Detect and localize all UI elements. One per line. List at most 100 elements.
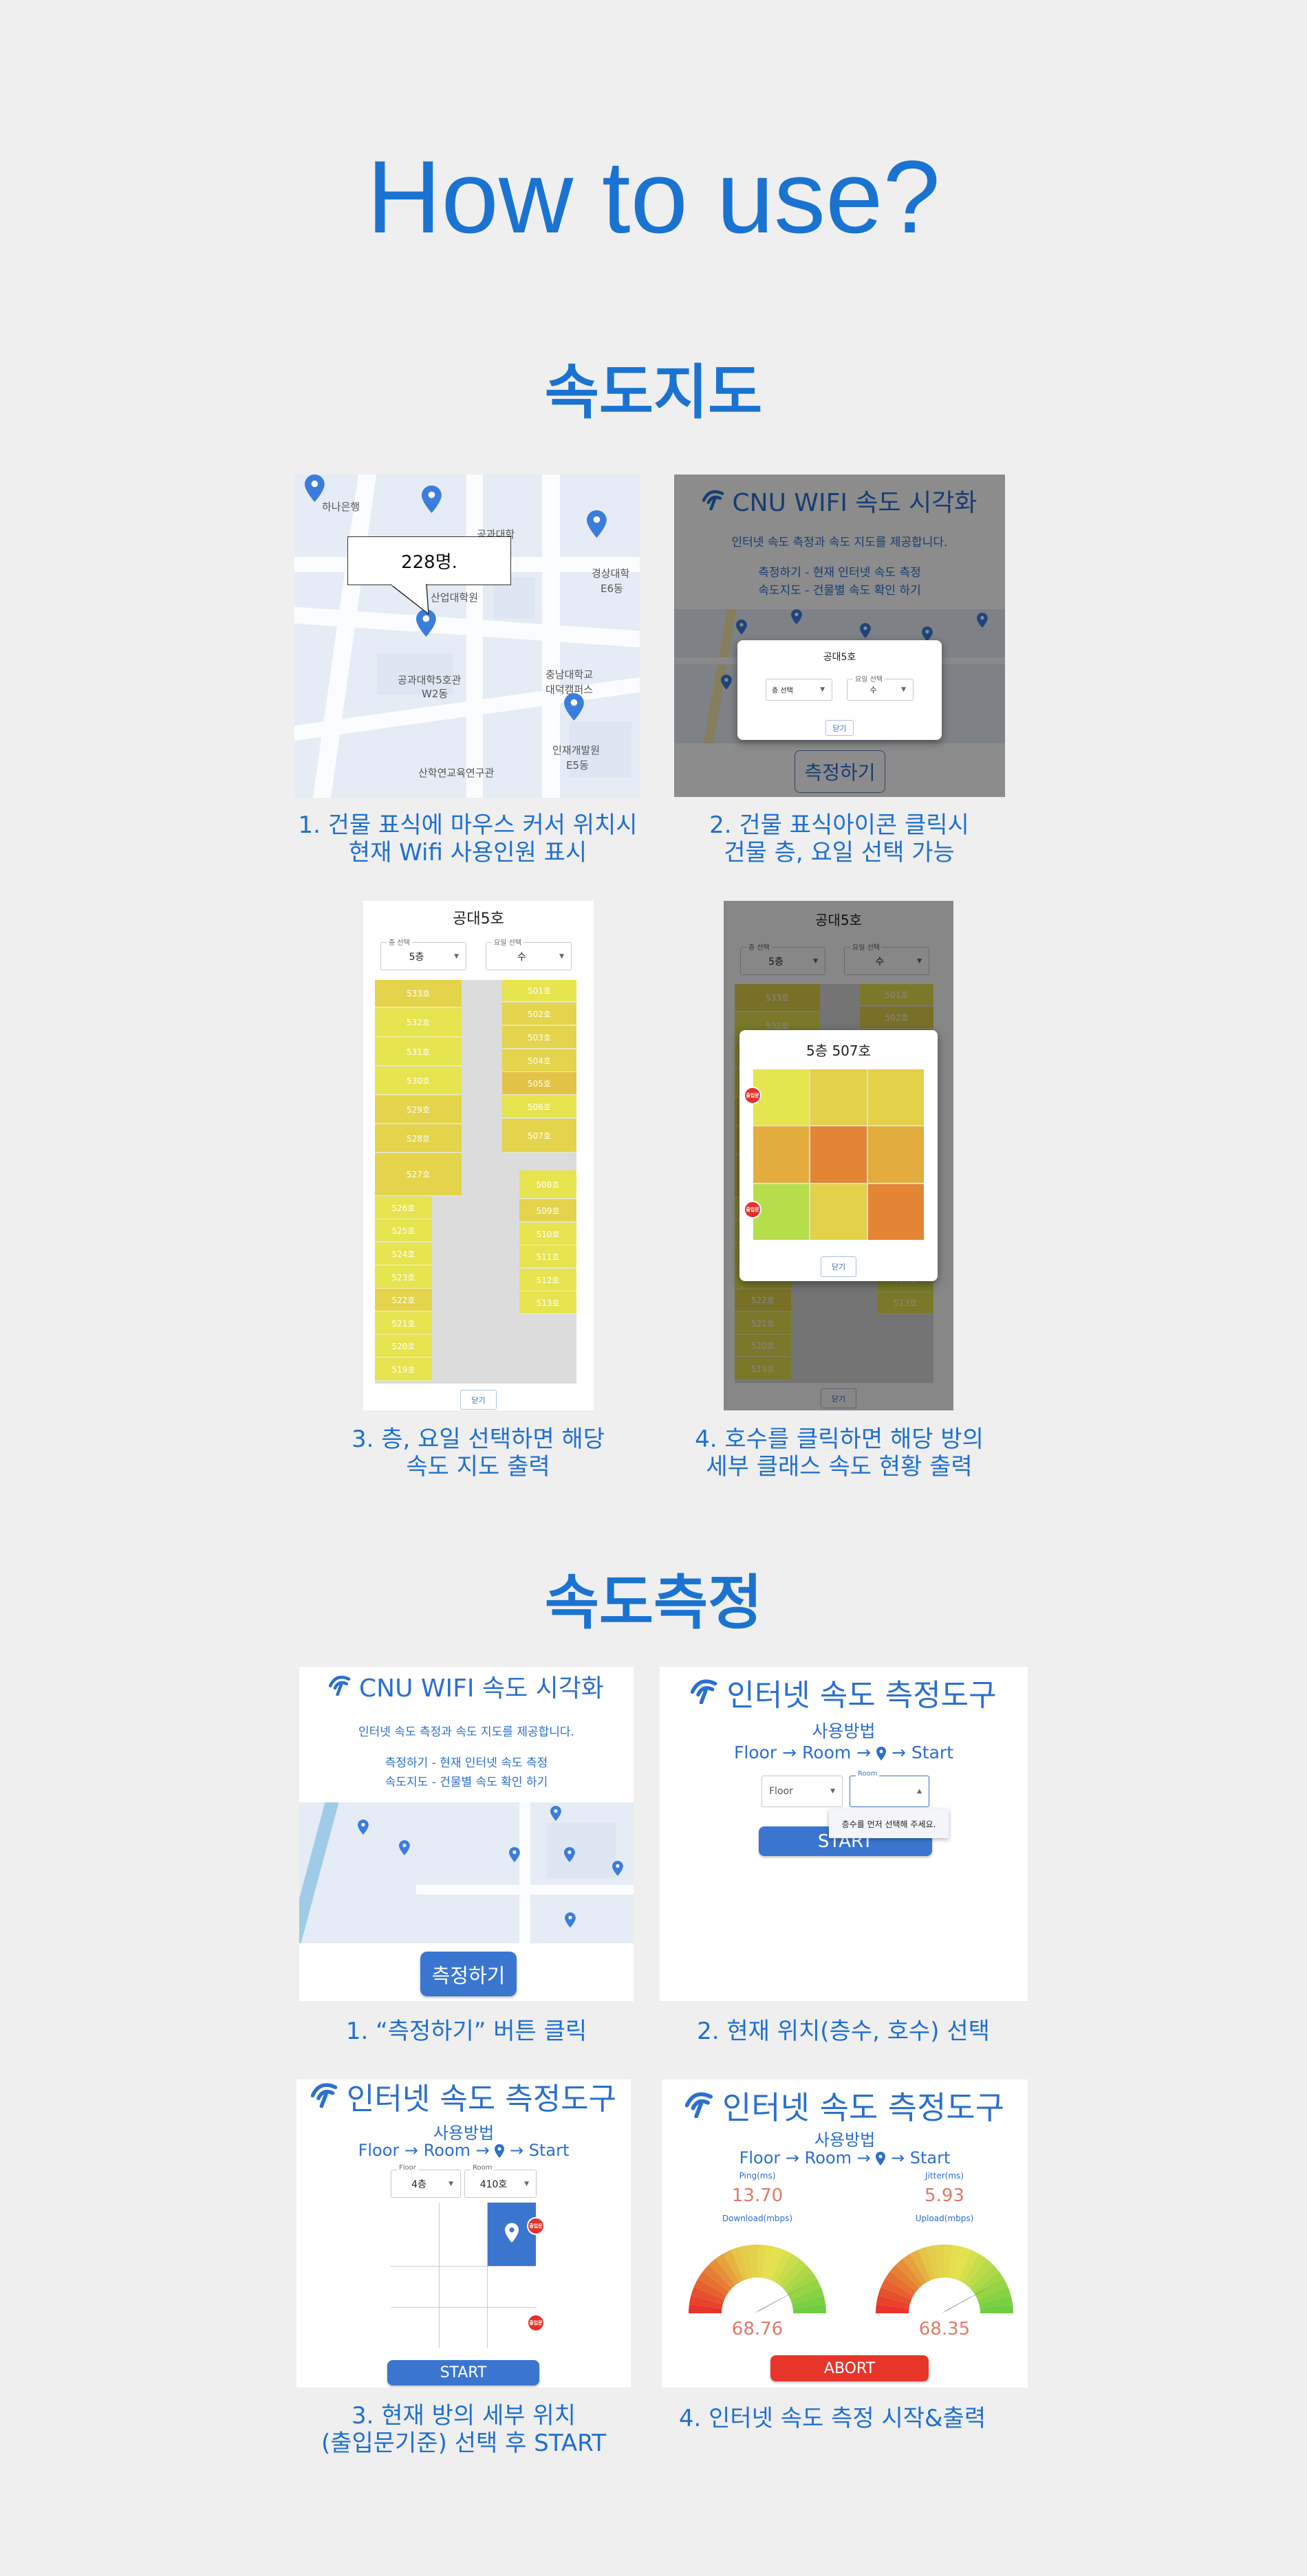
room-select[interactable]: Room 410호 ▼ bbox=[464, 2164, 537, 2198]
floor-select[interactable]: Floor 4층 ▼ bbox=[391, 2164, 461, 2198]
room-525[interactable]: 525호 bbox=[375, 1219, 432, 1242]
room-530[interactable]: 530호 bbox=[375, 1067, 462, 1095]
close-button[interactable]: 닫기 bbox=[821, 1256, 856, 1277]
position-cell-selected[interactable] bbox=[488, 2203, 536, 2267]
section-heading-speedmap: 속도지도 bbox=[544, 358, 763, 427]
floor-select[interactable]: 층 선택 5층 ▼ bbox=[380, 937, 466, 970]
location-pin-icon bbox=[505, 2223, 519, 2246]
building-pin-icon[interactable] bbox=[565, 1912, 576, 1930]
room-519[interactable]: 519호 bbox=[375, 1358, 432, 1381]
tool-title: 인터넷 속도 측정도구 bbox=[346, 2082, 617, 2117]
room-501[interactable]: 501호 bbox=[502, 980, 576, 1002]
building-pin-icon[interactable] bbox=[564, 1847, 575, 1865]
building-pin-icon[interactable] bbox=[358, 1820, 369, 1837]
room-523[interactable]: 523호 bbox=[375, 1266, 432, 1289]
room-508[interactable]: 508호 bbox=[519, 1170, 576, 1199]
room-505[interactable]: 505호 bbox=[502, 1072, 576, 1095]
flow-step: Floor bbox=[733, 1743, 777, 1762]
room-528[interactable]: 528호 bbox=[375, 1124, 462, 1153]
howto-label: 사용방법 bbox=[814, 2130, 876, 2150]
dropdown-arrow-icon: ▼ bbox=[454, 952, 459, 960]
room-506[interactable]: 506호 bbox=[502, 1095, 576, 1118]
flow-step: Start bbox=[911, 1743, 953, 1762]
abort-button[interactable]: ABORT bbox=[770, 2355, 929, 2381]
day-select[interactable]: 요일 선택 수 ▼ bbox=[847, 673, 914, 701]
screenshot-room-detail: 공대5호 층 선택5층▼ 요일 선택수▼ 533호532호531호530호529… bbox=[724, 901, 953, 1410]
room-532[interactable]: 532호 bbox=[375, 1008, 462, 1037]
floor-select[interactable]: 층 선택 ▼ bbox=[766, 679, 832, 701]
wifi-icon bbox=[328, 1671, 354, 1702]
room-520[interactable]: 520호 bbox=[375, 1335, 432, 1357]
section-heading-measure: 속도측정 bbox=[544, 1569, 763, 1637]
flow-step: Start bbox=[909, 2148, 951, 2168]
flow-step: Start bbox=[528, 2141, 570, 2160]
position-cell[interactable] bbox=[391, 2203, 439, 2267]
room-select[interactable]: Room ▲ bbox=[850, 1770, 929, 1807]
entrance-badge: 출입문 bbox=[527, 2217, 545, 2235]
room-507[interactable]: 507호 bbox=[502, 1119, 576, 1153]
room-509[interactable]: 509호 bbox=[519, 1199, 576, 1222]
screenshot-select-position: 인터넷 속도 측정도구 사용방법 Floor → Room → → Start … bbox=[296, 2080, 631, 2388]
room-504[interactable]: 504호 bbox=[502, 1049, 576, 1072]
close-button[interactable]: 닫기 bbox=[460, 1390, 497, 1410]
room-533[interactable]: 533호 bbox=[375, 980, 462, 1007]
room-521[interactable]: 521호 bbox=[375, 1312, 432, 1335]
flow-step: Floor bbox=[739, 2148, 781, 2168]
entrance-badge: 출입문 bbox=[527, 2314, 545, 2332]
map[interactable]: 하나은행 공과대학 경상대학 E6동 산업대학원 공과대학5호관 W2동 충남대… bbox=[294, 474, 640, 798]
select-floor-first-tooltip: 층수를 먼저 선택해 주세요. bbox=[829, 1809, 949, 1838]
map-label: 산학연교육연구관 bbox=[418, 767, 495, 779]
building-pin-icon[interactable] bbox=[612, 1861, 623, 1879]
room-section-cell bbox=[753, 1069, 810, 1126]
position-cell[interactable] bbox=[391, 2307, 439, 2348]
building-modal: 공대5호 층 선택 ▼ 요일 선택 수 ▼ 닫기 bbox=[737, 640, 942, 740]
screenshot-speed-result: 인터넷 속도 측정도구 사용방법 Floor → Room → → Start … bbox=[662, 2080, 1028, 2388]
map[interactable] bbox=[299, 1802, 634, 1943]
room-526[interactable]: 526호 bbox=[375, 1197, 432, 1219]
floor-plan: 533호532호531호530호529호528호527호526호525호524호… bbox=[375, 980, 576, 1384]
room-522[interactable]: 522호 bbox=[375, 1289, 432, 1311]
flow-step: Room bbox=[802, 1743, 852, 1762]
room-513[interactable]: 513호 bbox=[519, 1291, 576, 1314]
dropdown-arrow-icon: ▼ bbox=[559, 952, 564, 960]
room-section-cell bbox=[810, 1069, 867, 1126]
position-cell[interactable] bbox=[488, 2267, 536, 2307]
position-cell[interactable] bbox=[439, 2267, 488, 2307]
room-section-cell bbox=[753, 1183, 810, 1240]
location-pin-icon bbox=[495, 2143, 505, 2162]
room-section-cell bbox=[867, 1126, 924, 1183]
day-select[interactable]: 요일 선택 수 ▼ bbox=[486, 937, 572, 970]
position-cell[interactable] bbox=[439, 2307, 488, 2348]
start-button[interactable]: START bbox=[387, 2360, 539, 2386]
caption-measure-step3: 3. 현재 방의 세부 위치 (출입문기준) 선택 후 START bbox=[321, 2402, 607, 2457]
entrance-badge: 출입문 bbox=[744, 1087, 761, 1104]
building-pin-icon[interactable] bbox=[422, 485, 442, 516]
building-pin-icon[interactable] bbox=[305, 474, 325, 505]
floor-map-title: 공대5호 bbox=[453, 910, 504, 928]
room-524[interactable]: 524호 bbox=[375, 1243, 432, 1265]
close-button[interactable]: 닫기 bbox=[825, 720, 854, 736]
room-section-cell bbox=[867, 1069, 924, 1126]
position-cell[interactable] bbox=[439, 2203, 488, 2267]
position-cell[interactable] bbox=[391, 2267, 439, 2307]
building-pin-icon[interactable] bbox=[564, 693, 584, 723]
caption-measure-step4: 4. 인터넷 속도 측정 시작&출력 bbox=[678, 2405, 986, 2432]
room-510[interactable]: 510호 bbox=[519, 1223, 576, 1245]
building-pin-icon[interactable] bbox=[509, 1847, 520, 1865]
screenshot-floor-map: 공대5호 층 선택 5층 ▼ 요일 선택 수 ▼ 533호 532호 531호 530호 529… bbox=[363, 901, 594, 1410]
building-pin-icon[interactable] bbox=[587, 510, 607, 541]
caption-speedmap-step1: 1. 건물 표식에 마우스 커서 위치시 현재 Wifi 사용인원 표시 bbox=[298, 811, 638, 866]
floor-select[interactable]: Floor ▼ bbox=[761, 1776, 843, 1807]
room-527[interactable]: 527호 bbox=[375, 1153, 462, 1196]
building-pin-icon[interactable] bbox=[399, 1840, 410, 1858]
room-503[interactable]: 503호 bbox=[502, 1026, 576, 1049]
room-531[interactable]: 531호 bbox=[375, 1038, 462, 1066]
modal-overlay[interactable] bbox=[674, 474, 1005, 797]
room-512[interactable]: 512호 bbox=[519, 1269, 576, 1291]
room-529[interactable]: 529호 bbox=[375, 1095, 462, 1124]
room-502[interactable]: 502호 bbox=[502, 1003, 576, 1025]
room-511[interactable]: 511호 bbox=[519, 1245, 576, 1268]
building-pin-icon[interactable] bbox=[550, 1806, 561, 1824]
measure-button[interactable]: 측정하기 bbox=[420, 1952, 517, 1996]
app-description: 인터넷 속도 측정과 속도 지도를 제공합니다. bbox=[358, 1725, 574, 1739]
